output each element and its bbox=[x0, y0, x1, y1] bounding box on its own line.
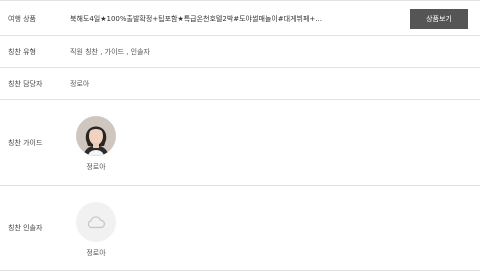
guide-label: 칭찬 가이드 bbox=[8, 139, 43, 147]
guide-avatar bbox=[76, 116, 116, 156]
compliment-type-value: 직원 칭찬 , 가이드 , 인솔자 bbox=[70, 48, 150, 56]
manager-row: 칭찬 담당자 정로아 bbox=[0, 68, 480, 100]
cloud-icon bbox=[87, 216, 105, 229]
compliment-type-row: 칭찬 유형 직원 칭찬 , 가이드 , 인솔자 bbox=[0, 36, 480, 68]
product-label: 여행 상품 bbox=[8, 15, 36, 23]
escort-row: 칭찬 인솔자 정로아 bbox=[0, 186, 480, 271]
manager-label: 칭찬 담당자 bbox=[8, 80, 43, 88]
guide-photo-icon bbox=[76, 116, 116, 156]
guide-profile: 정로아 bbox=[71, 116, 121, 172]
guide-row: 칭찬 가이드 정로아 bbox=[0, 100, 480, 186]
compliment-type-label: 칭찬 유형 bbox=[8, 48, 36, 56]
manager-name: 정로아 bbox=[70, 80, 90, 88]
guide-name: 정로아 bbox=[86, 163, 106, 171]
escort-name: 정로아 bbox=[86, 249, 106, 257]
escort-avatar bbox=[76, 202, 116, 242]
escort-profile: 정로아 bbox=[71, 202, 121, 258]
product-title[interactable]: 북해도4일★100%출발확정+팁포함★특급온천호텔2박#도야썰매놀이#대게뷔페+… bbox=[70, 14, 340, 24]
view-product-button[interactable]: 상품보기 bbox=[410, 9, 468, 29]
escort-label: 칭찬 인솔자 bbox=[8, 224, 43, 232]
product-row: 여행 상품 북해도4일★100%출발확정+팁포함★특급온천호텔2박#도야썰매놀이… bbox=[0, 1, 480, 36]
